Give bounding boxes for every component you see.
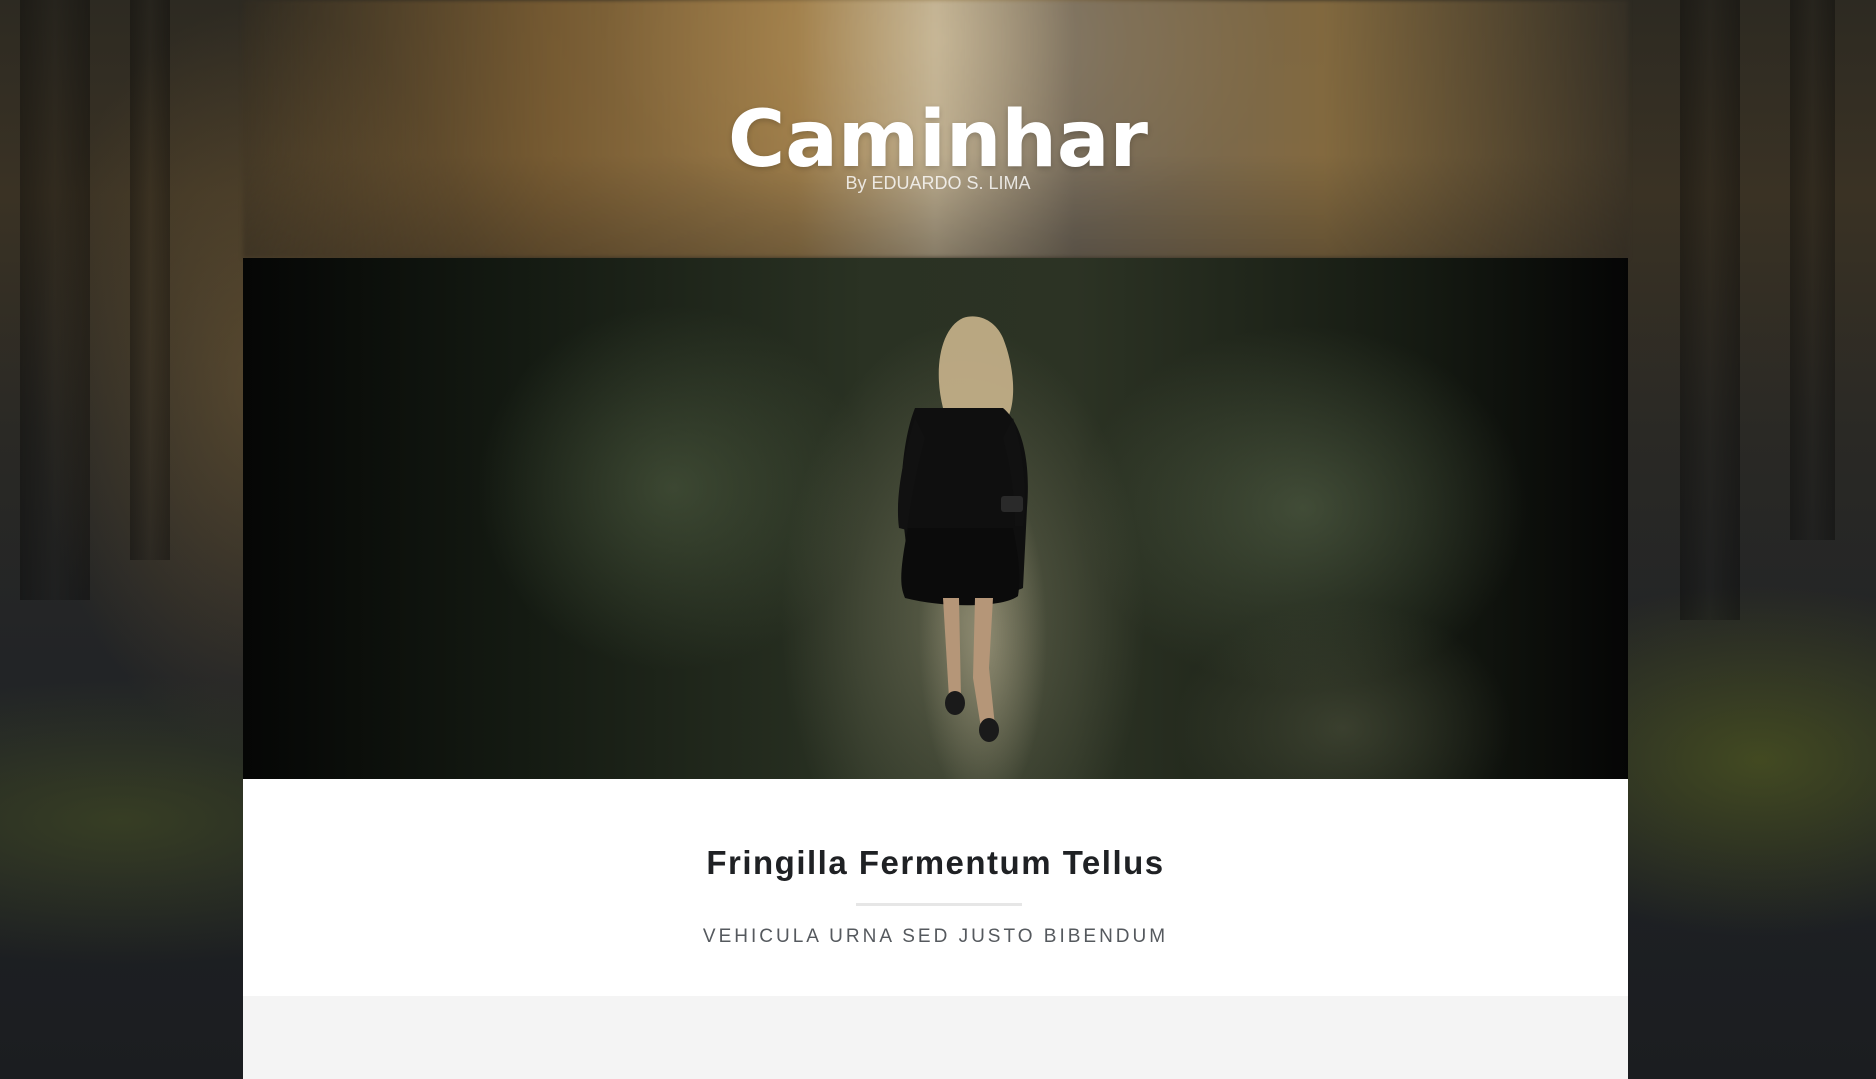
author-byline: By EDUARDO S. LIMA xyxy=(845,173,1031,193)
page: Caminhar By EDUARDO S. LIMA Fringilla Fe… xyxy=(0,0,1876,1079)
post-title[interactable]: Fringilla Fermentum Tellus xyxy=(243,843,1628,883)
post-hero-image[interactable] xyxy=(243,258,1628,779)
walking-woman-figure xyxy=(897,316,1028,742)
post-card[interactable]: Fringilla Fermentum Tellus VEHICULA URNA… xyxy=(243,258,1628,1079)
post-summary: Fringilla Fermentum Tellus VEHICULA URNA… xyxy=(243,779,1628,996)
title-divider xyxy=(856,903,1022,906)
post-subtitle: VEHICULA URNA SED JUSTO BIBENDUM xyxy=(702,926,1169,947)
